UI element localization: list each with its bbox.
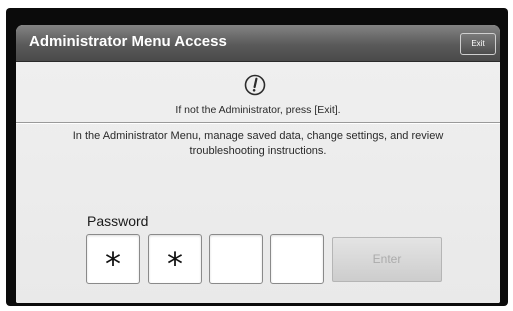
password-digit-4[interactable] — [270, 234, 324, 284]
enter-button[interactable]: Enter — [332, 237, 442, 282]
title-bar: Administrator Menu Access Exit — [16, 25, 500, 62]
password-digit-3[interactable] — [209, 234, 263, 284]
description-text: In the Administrator Menu, manage saved … — [26, 129, 490, 159]
exit-button[interactable]: Exit — [460, 33, 496, 55]
password-digit-2[interactable]: * — [148, 234, 202, 284]
divider — [16, 122, 500, 124]
password-label: Password — [87, 213, 149, 229]
description-line-1: In the Administrator Menu, manage saved … — [72, 130, 444, 142]
alert-circle-icon — [244, 74, 266, 96]
password-digit-1[interactable]: * — [86, 234, 140, 284]
dialog-content: If not the Administrator, press [Exit]. … — [16, 62, 500, 303]
dialog-title: Administrator Menu Access — [29, 33, 227, 50]
description-line-2: troubleshooting instructions. — [189, 145, 327, 157]
notice-text: If not the Administrator, press [Exit]. — [175, 104, 341, 116]
device-screen: Administrator Menu Access Exit If not th… — [6, 8, 508, 306]
admin-access-dialog: Administrator Menu Access Exit If not th… — [16, 25, 500, 303]
